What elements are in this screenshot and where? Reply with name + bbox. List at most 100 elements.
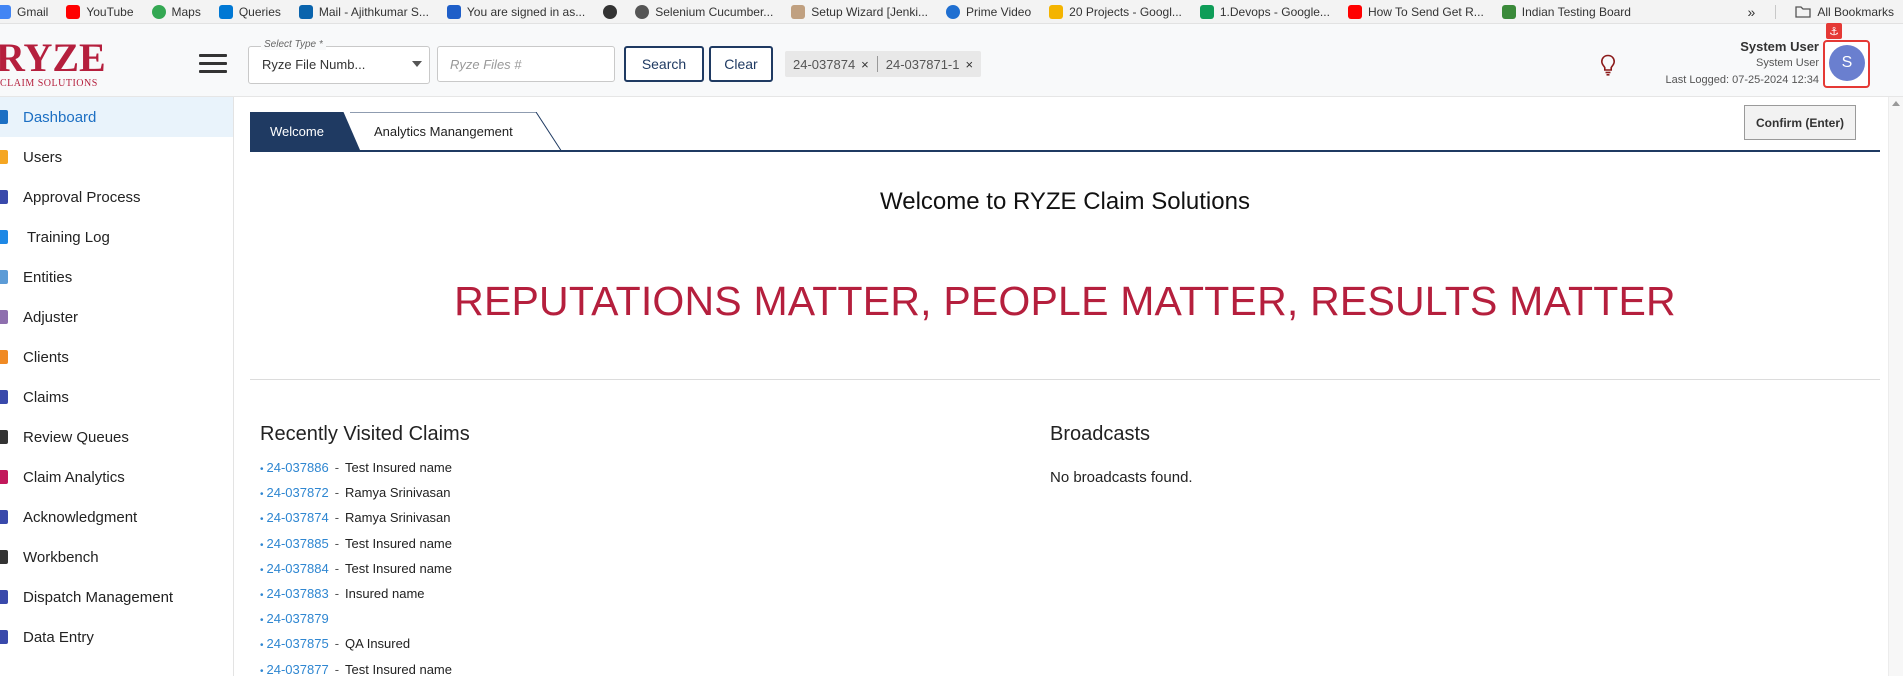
sidebar-item-claim-analytics[interactable]: Claim Analytics — [0, 457, 233, 497]
review-queues-icon — [0, 430, 8, 444]
bookmark-item[interactable]: How To Send Get R... — [1339, 0, 1493, 23]
bookmark-item[interactable]: Queries — [210, 0, 290, 23]
bookmark-item[interactable]: Prime Video — [937, 0, 1040, 23]
insured-name: Test Insured name — [345, 560, 452, 576]
claim-link[interactable]: 24-037877 — [267, 662, 329, 677]
bookmark-item[interactable]: 1.Devops - Google... — [1191, 0, 1339, 23]
bullet-icon: • — [260, 564, 264, 576]
sidebar-item-training-log[interactable]: Training Log — [0, 217, 233, 257]
recent-claims-list: • 24-037886- Test Insured name • 24-037872- R… — [260, 460, 452, 687]
sidebar-item-acknowledgment[interactable]: Acknowledgment — [0, 497, 233, 537]
sidebar-item-adjuster[interactable]: Adjuster — [0, 297, 233, 337]
clients-icon — [0, 350, 8, 364]
tab-analytics-management[interactable]: Analytics Manangement — [350, 112, 562, 152]
sidebar-item-review-queues[interactable]: Review Queues — [0, 417, 233, 457]
sidebar-item-users[interactable]: Users — [0, 137, 233, 177]
bookmark-item[interactable]: Maps — [143, 0, 210, 23]
close-icon[interactable]: × — [966, 57, 974, 72]
bookmark-item[interactable]: Gmail — [0, 0, 57, 23]
data-entry-icon — [0, 630, 8, 644]
all-bookmarks-label: All Bookmarks — [1817, 4, 1894, 19]
bookmarks-overflow-button[interactable]: » — [1738, 4, 1766, 20]
bookmark-item[interactable]: Mail - Ajithkumar S... — [290, 0, 438, 23]
app-header: RYZE CLAIM SOLUTIONS Select Type * Ryze … — [0, 23, 1903, 97]
bookmark-item[interactable]: 20 Projects - Googl... — [1040, 0, 1191, 23]
confirm-button[interactable]: Confirm (Enter) — [1744, 105, 1856, 140]
user-menu-button[interactable]: S — [1823, 40, 1870, 88]
claim-analytics-icon — [0, 470, 8, 484]
claim-link[interactable]: 24-037874 — [267, 510, 329, 525]
sidebar-item-label: Claims — [23, 388, 69, 406]
google-drive-icon — [1049, 4, 1064, 19]
bookmark-label: 20 Projects - Googl... — [1069, 4, 1182, 19]
scrollbar[interactable] — [1888, 97, 1903, 676]
sidebar-item-dispatch-management[interactable]: Dispatch Management — [0, 577, 233, 617]
insured-name: Test Insured name — [345, 661, 452, 677]
bookmark-label: 1.Devops - Google... — [1219, 4, 1330, 19]
insured-name: Ramya Srinivasan — [345, 485, 451, 501]
tabs-underline — [250, 150, 1880, 152]
select-type-dropdown[interactable]: Select Type * Ryze File Numb... — [248, 39, 430, 84]
sidebar-item-workbench[interactable]: Workbench — [0, 537, 233, 577]
claim-link[interactable]: 24-037884 — [267, 561, 329, 576]
sidebar-item-dashboard[interactable]: Dashboard — [0, 97, 233, 137]
menu-toggle-button[interactable] — [199, 54, 227, 74]
claim-link[interactable]: 24-037883 — [267, 586, 329, 601]
recent-claims-title: Recently Visited Claims — [260, 423, 470, 445]
bookmark-item[interactable]: You are signed in as... — [438, 0, 594, 23]
outlook-icon — [298, 4, 313, 19]
file-tag-label: 24-037874 — [793, 56, 856, 72]
selected-files-tags: 24-037874 × 24-037871-1 × — [785, 51, 982, 77]
bookmark-item[interactable]: YouTube — [57, 0, 142, 23]
select-type-label: Select Type * — [261, 39, 326, 50]
user-name: System User — [1740, 39, 1819, 54]
search-button[interactable]: Search — [624, 46, 704, 82]
clear-button[interactable]: Clear — [709, 46, 773, 82]
bookmarks-list: Gmail YouTube Maps Queries Mail - Ajithkumar… — [0, 0, 1640, 23]
insured-name: Test Insured name — [345, 460, 452, 475]
separator: - — [334, 460, 340, 475]
sidebar-item-label: Acknowledgment — [23, 508, 138, 526]
prime-video-icon — [946, 4, 960, 19]
bookmark-item[interactable]: Selenium Cucumber... — [626, 0, 782, 23]
bookmarks-bar: Gmail YouTube Maps Queries Mail - Ajithkumar… — [0, 0, 1903, 24]
bookmark-item[interactable] — [594, 0, 626, 23]
lightbulb-icon[interactable] — [1600, 54, 1616, 76]
welcome-title: Welcome to RYZE Claim Solutions — [880, 188, 1250, 215]
user-role: System User — [1756, 57, 1819, 69]
bookmark-item[interactable]: Indian Testing Board — [1493, 0, 1640, 23]
claim-link[interactable]: 24-037879 — [267, 611, 329, 626]
sidebar-item-entities[interactable]: Entities — [0, 257, 233, 297]
claim-link[interactable]: 24-037872 — [267, 485, 329, 500]
claim-link[interactable]: 24-037875 — [267, 636, 329, 651]
sidebar-item-data-entry[interactable]: Data Entry — [0, 617, 233, 657]
sidebar-item-label: Data Entry — [23, 628, 94, 646]
bookmark-item[interactable]: Setup Wizard [Jenki... — [782, 0, 937, 23]
bookmark-label: Selenium Cucumber... — [655, 4, 774, 19]
insured-name: Ramya Srinivasan — [345, 510, 451, 526]
sidebar-item-label: Dashboard — [23, 108, 97, 126]
file-tag: 24-037871-1 × — [878, 51, 981, 77]
bookmark-label: Mail - Ajithkumar S... — [318, 4, 429, 19]
sidebar-item-label: Claim Analytics — [23, 468, 125, 486]
bullet-icon: • — [260, 615, 264, 627]
ryze-logo[interactable]: RYZE CLAIM SOLUTIONS — [0, 35, 106, 89]
sidebar-item-label: Adjuster — [23, 308, 79, 326]
scroll-up-icon[interactable] — [1892, 101, 1900, 106]
training-icon — [0, 230, 8, 244]
s-square-icon — [446, 4, 461, 19]
tab-welcome[interactable]: Welcome — [250, 112, 360, 150]
bookmark-label: How To Send Get R... — [1367, 4, 1484, 19]
all-bookmarks-button[interactable]: All Bookmarks — [1786, 0, 1903, 23]
claim-link[interactable]: 24-037886 — [267, 460, 329, 475]
list-item: • 24-037874- Ramya Srinivasan — [260, 510, 452, 535]
jenkins-icon — [791, 4, 806, 19]
ryze-files-input[interactable] — [437, 46, 615, 82]
close-icon[interactable]: × — [861, 57, 869, 72]
claim-link[interactable]: 24-037885 — [267, 536, 329, 551]
sidebar-item-approval-process[interactable]: Approval Process — [0, 177, 233, 217]
sidebar-item-label: Entities — [23, 268, 73, 286]
sidebar-item-clients[interactable]: Clients — [0, 337, 233, 377]
sidebar-item-claims[interactable]: Claims — [0, 377, 233, 417]
sidebar-item-label: Approval Process — [23, 188, 141, 206]
